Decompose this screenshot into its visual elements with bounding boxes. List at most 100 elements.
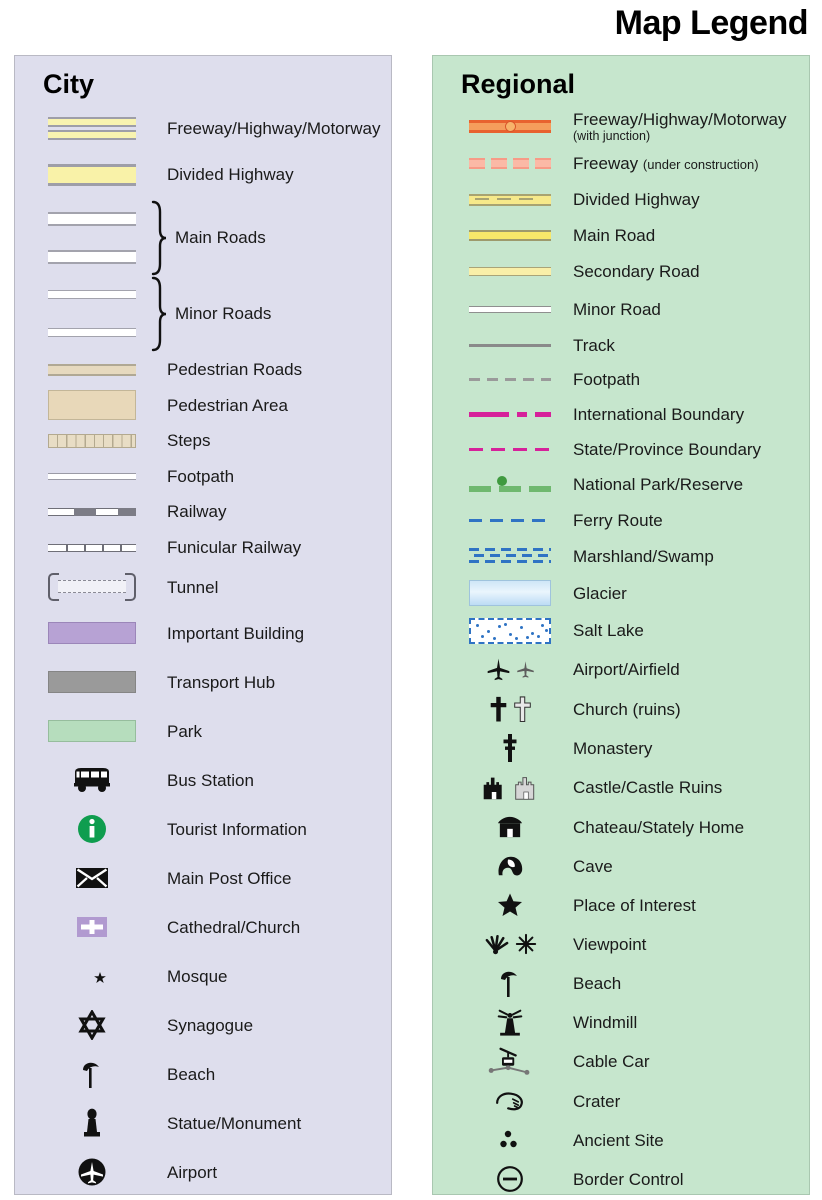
star-of-david-icon (33, 1010, 151, 1041)
legend-row-regional-track: Track (433, 329, 809, 363)
legend-row-airport-airfield: Airport/Airfield (433, 650, 809, 690)
legend-row-cave: Cave (433, 847, 809, 886)
brace-icon (151, 276, 167, 352)
marshland-symbol (461, 545, 559, 567)
legend-label: Minor Road (573, 300, 661, 320)
legend-label: Track (573, 336, 615, 356)
ancient-site-icon (461, 1128, 559, 1152)
information-icon (33, 814, 151, 844)
cave-icon (461, 853, 559, 879)
legend-label: Salt Lake (573, 621, 644, 641)
regional-secondary-road-symbol (461, 267, 559, 277)
airport-circle-icon (33, 1157, 151, 1187)
ferry-route-symbol (461, 518, 559, 522)
legend-row-city-important-building: Important Building (15, 609, 391, 658)
legend-row-regional-freeway-under-construction: Freeway (under construction) (433, 146, 809, 182)
border-control-icon (461, 1165, 559, 1193)
legend-row-border-control: Border Control (433, 1160, 809, 1199)
legend-row-city-tunnel: Tunnel (15, 566, 391, 609)
viewpoint-icon (461, 932, 559, 956)
international-boundary-symbol (461, 411, 559, 417)
star-icon (461, 892, 559, 918)
city-tunnel-symbol (33, 573, 151, 602)
city-legend-panel: City Freeway/Highway/Motorway Divided Hi… (14, 55, 392, 1195)
legend-label: Windmill (573, 1012, 638, 1032)
legend-row-regional-secondary-road: Secondary Road (433, 253, 809, 291)
legend-label: Synagogue (167, 1015, 254, 1035)
legend-label: Cable Car (573, 1052, 650, 1072)
regional-freeway-symbol (461, 120, 559, 134)
legend-row-marshland: Marshland/Swamp (433, 538, 809, 575)
legend-label: Freeway (under construction) (573, 154, 759, 173)
airplane-icon (461, 657, 559, 682)
legend-label: Monastery (573, 738, 653, 758)
legend-label: International Boundary (573, 404, 745, 424)
legend-row-regional-footpath: Footpath (433, 363, 809, 397)
crater-icon (461, 1090, 559, 1112)
page-title: Map Legend (614, 4, 809, 42)
brace-icon (151, 200, 167, 276)
legend-row-national-park: National Park/Reserve (433, 467, 809, 503)
legend-label: Divided Highway (167, 165, 294, 185)
legend-label: Beach (167, 1064, 216, 1084)
beach-umbrella-icon (33, 1059, 151, 1089)
legend-row-city-synagogue: Synagogue (15, 1001, 391, 1050)
legend-row-city-bus-station: Bus Station (15, 756, 391, 805)
legend-label: Tourist Information (167, 819, 307, 839)
legend-row-chateau: Chateau/Stately Home (433, 808, 809, 847)
legend-row-city-main-post-office: Main Post Office (15, 854, 391, 903)
legend-label: Footpath (573, 370, 641, 390)
legend-row-place-of-interest: Place of Interest (433, 886, 809, 925)
legend-row-city-cathedral-church: Cathedral/Church (15, 903, 391, 952)
city-railway-symbol (33, 507, 151, 516)
city-panel-heading: City (43, 69, 95, 99)
legend-label: Crater (573, 1091, 621, 1111)
city-minor-road-symbol-1 (33, 290, 151, 300)
city-main-road-symbol-1 (33, 211, 151, 226)
legend-row-city-tourist-information: Tourist Information (15, 805, 391, 854)
cross-icon (461, 696, 559, 723)
legend-label: Tunnel (167, 577, 219, 597)
legend-row-glacier: Glacier (433, 575, 809, 612)
legend-label: Viewpoint (573, 934, 647, 954)
legend-label-sub: (with junction) (573, 129, 651, 144)
legend-row-monastery: Monastery (433, 729, 809, 768)
legend-row-city-pedestrian-area: Pedestrian Area (15, 388, 391, 423)
legend-row-viewpoint: Viewpoint (433, 925, 809, 964)
legend-label: Minor Roads (175, 303, 272, 323)
legend-row-city-steps: Steps (15, 423, 391, 459)
legend-label: Steps (167, 431, 211, 451)
legend-row-regional-beach: Beach (433, 964, 809, 1003)
legend-row-city-beach: Beach (15, 1050, 391, 1099)
legend-label: Divided Highway (573, 190, 700, 210)
city-main-road-symbol-2 (33, 249, 151, 264)
legend-label: Freeway/Highway/Motorway (167, 119, 381, 139)
legend-label: Marshland/Swamp (573, 546, 714, 566)
legend-row-city-footpath: Footpath (15, 459, 391, 494)
legend-row-church-ruins: Church (ruins) (433, 690, 809, 729)
legend-label: Pedestrian Area (167, 395, 288, 415)
state-boundary-symbol (461, 447, 559, 451)
bus-icon (33, 767, 151, 793)
legend-row-regional-minor-road: Minor Road (433, 291, 809, 329)
legend-label: Main Post Office (167, 868, 292, 888)
legend-label: Mosque (167, 966, 228, 986)
legend-row-city-park: Park (15, 707, 391, 756)
regional-panel-heading: Regional (461, 69, 576, 99)
legend-label-main: Freeway/Highway/Motorway (573, 110, 787, 130)
legend-label-sub: (under construction) (642, 157, 759, 173)
legend-row-city-mosque: Mosque (15, 952, 391, 1001)
legend-label: Funicular Railway (167, 538, 302, 558)
legend-label: Railway (167, 502, 227, 522)
city-transport-hub-symbol (33, 671, 151, 694)
legend-label: Footpath (167, 466, 235, 486)
cathedral-icon (33, 915, 151, 939)
glacier-symbol (461, 580, 559, 607)
statue-icon (33, 1108, 151, 1138)
legend-label: Cathedral/Church (167, 917, 301, 937)
beach-umbrella-icon (461, 968, 559, 998)
legend-row-regional-main-road: Main Road (433, 218, 809, 253)
regional-freeway-uc-symbol (461, 158, 559, 170)
legend-row-international-boundary: International Boundary (433, 397, 809, 432)
legend-row-crater: Crater (433, 1082, 809, 1121)
